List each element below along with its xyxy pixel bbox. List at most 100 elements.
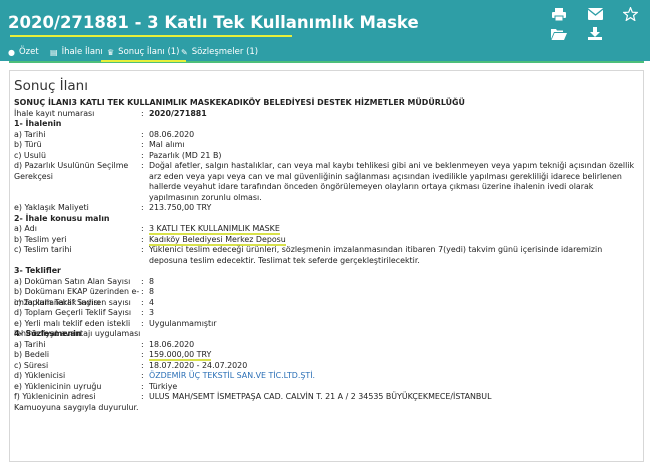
- tab-sonuc-ilani[interactable]: ♛ Sonuç İlanı (1): [101, 43, 186, 62]
- detail-row: b) Teslim yeri: Kadıköy Belediyesi Merkez…: [14, 234, 639, 246]
- section-heading: 4- Sözleşmenin: [14, 329, 82, 338]
- detail-value: Yüklenici teslim edeceği ürünleri, sözle…: [149, 245, 603, 265]
- trophy-icon: ♛: [107, 47, 115, 57]
- detail-value: Kadıköy Belediyesi Merkez Deposu: [149, 234, 286, 246]
- section-heading: 2- İhale konusu malın: [14, 213, 110, 223]
- detail-label: f) Yüklenicinin adresi: [14, 392, 96, 401]
- detail-row: d) Toplam Geçerli Teklif Sayısı:3: [14, 308, 639, 319]
- detail-row: e) Yerli malı teklif eden istekli lehine…: [14, 318, 639, 339]
- detail-value: Mal alımı: [149, 140, 185, 149]
- detail-row: a) Tarihi:18.06.2020: [14, 340, 639, 351]
- detail-value-container: 2020/271881: [149, 109, 639, 120]
- notice-details: SONUÇ İLANI3 KATLI TEK KULLANIMLIK MASKE…: [14, 98, 639, 413]
- detail-value: 2020/271881: [149, 108, 207, 118]
- download-icon[interactable]: [587, 26, 603, 40]
- colon-separator: :: [141, 234, 144, 244]
- star-icon[interactable]: [622, 6, 638, 21]
- detail-value: 18.07.2020 - 24.07.2020: [149, 360, 248, 370]
- detail-value: ULUS MAH/SEMT İSMETPAŞA CAD. CALVİN T. 2…: [149, 392, 492, 401]
- detail-value-container: Pazarlık (MD 21 B): [149, 151, 639, 162]
- detail-row: c) Süresi:18.07.2020 - 24.07.2020: [14, 361, 639, 372]
- detail-row: e) Yaklaşık Maliyeti:213.750,00 TRY: [14, 203, 639, 214]
- colon-separator: :: [141, 129, 144, 139]
- detail-value: 3: [149, 308, 155, 317]
- tab-label: Sözleşmeler (1): [191, 47, 259, 57]
- detail-label: a) Adı: [14, 224, 37, 233]
- detail-value-container: ÖZDEMİR ÜÇ TEKSTİL SAN.VE TİC.LTD.ŞTİ.: [149, 371, 639, 382]
- detail-label: c) Toplam Teklif Sayısı: [14, 297, 101, 307]
- page-title: Sonuç İlanı: [14, 78, 88, 94]
- detail-value-container: 8: [149, 287, 639, 298]
- section-heading: 1- İhalenin: [14, 119, 62, 128]
- detail-value-container: Yüklenici teslim edeceği ürünleri, sözle…: [149, 245, 639, 266]
- tab-sozlesmeler[interactable]: ✎ Sözleşmeler (1): [181, 43, 258, 61]
- colon-separator: :: [141, 224, 144, 233]
- detail-value: 159.000,00 TRY: [149, 350, 212, 361]
- tab-label: Özet: [18, 47, 39, 57]
- detail-label: b) Teslim yeri: [14, 234, 67, 244]
- detail-value: Türkiye: [149, 381, 178, 391]
- detail-value: 08.06.2020: [149, 129, 195, 139]
- detail-value-container: ULUS MAH/SEMT İSMETPAŞA CAD. CALVİN T. 2…: [149, 392, 639, 403]
- colon-separator: :: [141, 381, 144, 391]
- colon-separator: :: [141, 350, 144, 359]
- detail-label: d) Yüklenicisi: [14, 371, 66, 380]
- section-heading: 3- Teklifler: [14, 266, 61, 275]
- contractor-link[interactable]: ÖZDEMİR ÜÇ TEKSTİL SAN.VE TİC.LTD.ŞTİ.: [149, 371, 315, 380]
- tab-ozet[interactable]: ● Özet: [8, 43, 39, 61]
- detail-value: 213.750,00 TRY: [149, 203, 212, 212]
- colon-separator: :: [141, 287, 144, 296]
- folder-open-icon[interactable]: [551, 27, 567, 40]
- colon-separator: :: [141, 308, 144, 317]
- colon-separator: :: [141, 371, 144, 380]
- detail-label: a) Tarihi: [14, 339, 46, 349]
- detail-value: 8: [149, 276, 155, 286]
- tab-ihale-ilani[interactable]: ▤ İhale İlanı: [50, 43, 103, 61]
- notice-heading: SONUÇ İLANI3 KATLI TEK KULLANIMLIK MASKE…: [14, 98, 465, 107]
- detail-value-container: Doğal afetler, salgın hastalıklar, can v…: [149, 161, 639, 203]
- detail-value-container: 4: [149, 298, 639, 309]
- tab-label: Sonuç İlanı (1): [118, 47, 180, 57]
- detail-label: b) Bedeli: [14, 350, 50, 359]
- detail-value-container: Mal alımı: [149, 140, 639, 151]
- detail-row: İhale kayıt numarası:2020/271881: [14, 109, 639, 120]
- detail-value-container: 18.07.2020 - 24.07.2020: [149, 361, 639, 372]
- detail-label: d) Toplam Geçerli Teklif Sayısı: [14, 308, 132, 317]
- tab-bar: ● Özet ▤ İhale İlanı ♛ Sonuç İlanı (1) ✎…: [0, 43, 650, 62]
- page-header-title: 2020/271881 - 3 Katlı Tek Kullanımlık Ma…: [8, 13, 419, 32]
- detail-row: a) Tarihi:08.06.2020: [14, 130, 639, 141]
- detail-row: d) Pazarlık Usulünün Seçilme Gerekçesi: D…: [14, 161, 639, 203]
- detail-row: c) Usulü: Pazarlık (MD 21 B): [14, 151, 639, 162]
- detail-value-container: 159.000,00 TRY: [149, 350, 639, 361]
- detail-label: c) Süresi: [14, 360, 49, 370]
- detail-row: b) Türü: Mal alımı: [14, 140, 639, 151]
- colon-separator: :: [141, 276, 144, 286]
- detail-label: e) Yaklaşık Maliyeti: [14, 203, 89, 212]
- mail-icon[interactable]: [587, 7, 603, 21]
- colon-separator: :: [141, 360, 144, 370]
- detail-row: a) Adı:3 KATLI TEK KULLANIMLIK MASKE: [14, 224, 639, 235]
- active-tab-highlight: [101, 60, 186, 62]
- detail-value: Uygulanmamıştır: [149, 318, 217, 328]
- result-notice-panel: Sonuç İlanı SONUÇ İLANI3 KATLI TEK KULLA…: [9, 70, 644, 462]
- info-icon: ●: [8, 47, 15, 57]
- document-icon: ▤: [50, 47, 58, 57]
- colon-separator: :: [141, 108, 144, 118]
- detail-label: e) Yüklenicinin uyruğu: [14, 381, 102, 391]
- colon-separator: :: [141, 339, 144, 349]
- colon-separator: :: [141, 245, 144, 254]
- print-icon[interactable]: [551, 7, 567, 21]
- detail-label: d) Pazarlık Usulünün Seçilme Gerekçesi: [14, 161, 129, 181]
- tab-label: İhale İlanı: [61, 47, 103, 57]
- detail-row: d) Yüklenicisi: ÖZDEMİR ÜÇ TEKSTİL SAN.VE…: [14, 371, 639, 382]
- title-bar: 2020/271881 - 3 Katlı Tek Kullanımlık Ma…: [0, 0, 650, 43]
- detail-row: f) Yüklenicinin adresi: ULUS MAH/SEMT İSM…: [14, 392, 639, 403]
- colon-separator: :: [141, 392, 144, 401]
- detail-label: İhale kayıt numarası: [14, 108, 95, 118]
- detail-value-container: 8: [149, 277, 639, 288]
- edit-icon: ✎: [181, 47, 188, 57]
- detail-value-container: 3: [149, 308, 639, 319]
- detail-row: a) Doküman Satın Alan Sayısı:8: [14, 277, 639, 288]
- detail-value-container: 3 KATLI TEK KULLANIMLIK MASKE: [149, 224, 639, 235]
- detail-value-container: 213.750,00 TRY: [149, 203, 639, 214]
